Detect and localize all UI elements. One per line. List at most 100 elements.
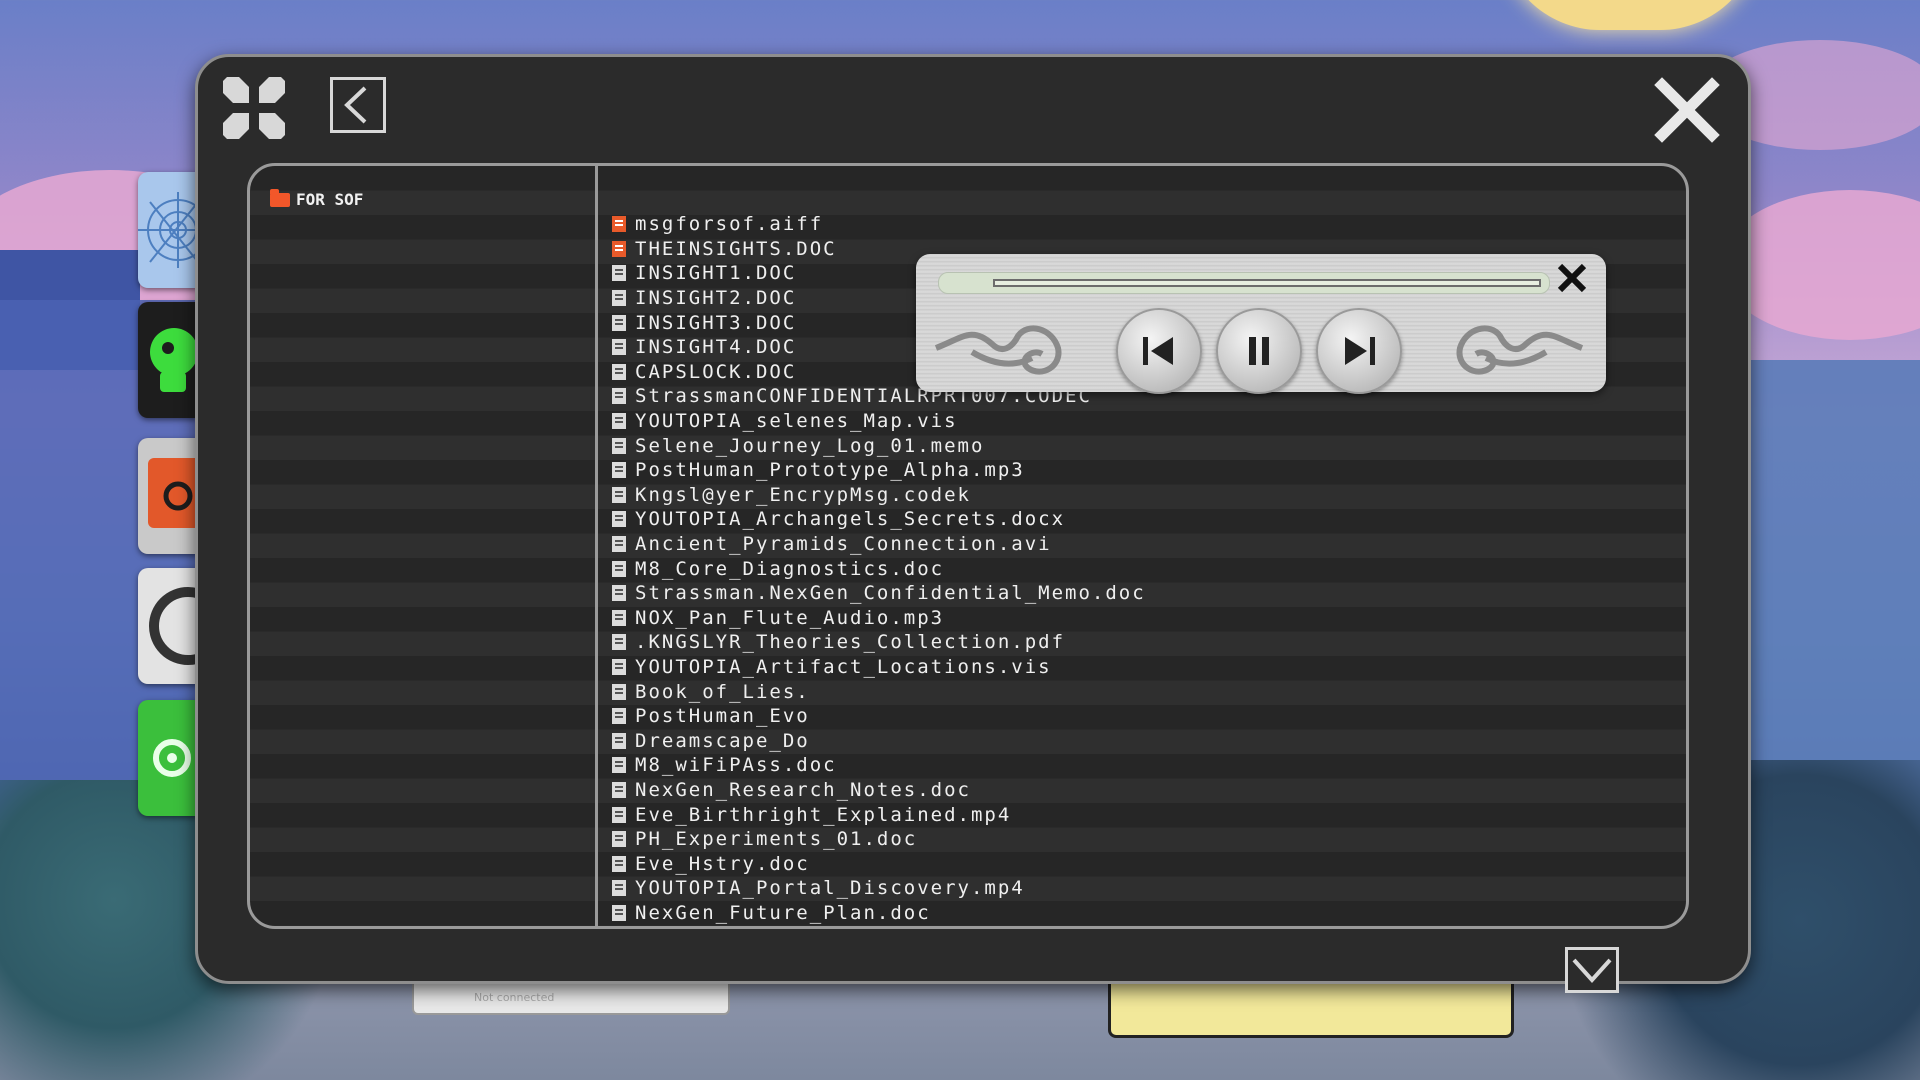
file-name: Book_of_Lies. — [635, 680, 810, 703]
document-icon — [612, 585, 626, 602]
file-name: YOUTOPIA_Portal_Discovery.mp4 — [635, 877, 1025, 900]
document-icon — [612, 732, 626, 749]
file-row[interactable]: YOUTOPIA_Archangels_Secrets.docx — [612, 507, 1146, 532]
file-row[interactable]: NexGen_Future_Plan.doc — [612, 901, 1146, 926]
file-row[interactable]: NOX_Pan_Flute_Audio.mp3 — [612, 606, 1146, 631]
file-name: Selene_Journey_Log_01.memo — [635, 434, 985, 457]
document-icon — [612, 658, 626, 675]
back-button[interactable] — [330, 77, 386, 133]
dock-gear-green-icon[interactable] — [138, 700, 198, 816]
file-name: INSIGHT1.DOC — [635, 262, 797, 285]
image-file-icon — [612, 781, 626, 798]
file-row[interactable]: NexGen_Research_Notes.doc — [612, 778, 1146, 803]
status-text: Not connected — [474, 991, 555, 1004]
document-icon — [612, 265, 626, 282]
video-file-icon — [612, 536, 626, 553]
ornament-left-icon — [934, 325, 1062, 375]
file-row[interactable]: .KNGSLYR_Theories_Collection.pdf — [612, 630, 1146, 655]
file-name: NexGen_Future_Plan.doc — [635, 901, 931, 924]
file-name: YOUTOPIA_Artifact_Locations.vis — [635, 655, 1052, 678]
dock-ring-icon[interactable] — [138, 568, 198, 684]
file-row[interactable]: Ancient_Pyramids_Connection.avi — [612, 532, 1146, 557]
file-row[interactable]: Eve_Hstry.doc — [612, 851, 1146, 876]
dock-gear-orange-icon[interactable] — [138, 438, 198, 554]
file-row[interactable]: Eve_Birthright_Explained.mp4 — [612, 802, 1146, 827]
document-icon — [612, 634, 626, 651]
folder-item-for-sof[interactable]: FOR SOF — [270, 188, 364, 209]
file-name: PostHuman_Evo — [635, 705, 810, 728]
progress-bar[interactable] — [993, 279, 1541, 287]
file-browser-window: FOR SOF msgforsof.aiff THEINSIGHTS.DOC INS… — [195, 54, 1751, 993]
pause-button[interactable] — [1216, 308, 1302, 394]
file-name: Kngsl@yer_EncrypMsg.codek — [635, 483, 971, 506]
file-row[interactable]: PostHuman_Prototype_Alpha.mp3 — [612, 458, 1146, 483]
audio-file-icon — [612, 462, 626, 479]
file-name: Eve_Hstry.doc — [635, 852, 810, 875]
file-row[interactable]: M8_Core_Diagnostics.doc — [612, 556, 1146, 581]
close-player-icon[interactable] — [1550, 256, 1594, 300]
file-name: CAPSLOCK.DOC — [635, 360, 797, 383]
file-name: PostHuman_Prototype_Alpha.mp3 — [635, 459, 1025, 482]
folder-tree: FOR SOF — [270, 188, 364, 209]
document-icon — [612, 363, 626, 380]
video-file-icon — [612, 388, 626, 405]
document-icon — [612, 904, 626, 921]
file-name: INSIGHT3.DOC — [635, 311, 797, 334]
file-name: msgforsof.aiff — [635, 213, 824, 236]
file-row[interactable]: YOUTOPIA_selenes_Map.vis — [612, 409, 1146, 434]
file-name: NOX_Pan_Flute_Audio.mp3 — [635, 606, 945, 629]
scroll-down-button[interactable] — [1565, 947, 1619, 993]
file-row[interactable]: Strassman.NexGen_Confidential_Memo.doc — [612, 581, 1146, 606]
file-row[interactable]: Dreamscape_Do — [612, 728, 1146, 753]
document-icon — [612, 708, 626, 725]
file-name: Strassman.NexGen_Confidential_Memo.doc — [635, 582, 1146, 605]
file-name: Ancient_Pyramids_Connection.avi — [635, 533, 1052, 556]
audio-file-icon — [612, 609, 626, 626]
file-name: YOUTOPIA_Archangels_Secrets.docx — [635, 508, 1066, 531]
image-file-icon — [612, 240, 626, 257]
progress-track[interactable] — [938, 272, 1550, 294]
file-row[interactable]: Kngsl@yer_EncrypMsg.codek — [612, 483, 1146, 508]
media-player — [916, 254, 1606, 394]
dock-web-icon[interactable] — [138, 172, 198, 288]
pause-icon — [1249, 337, 1269, 365]
file-name: .KNGSLYR_Theories_Collection.pdf — [635, 631, 1066, 654]
file-name: INSIGHT2.DOC — [635, 287, 797, 310]
file-row[interactable]: msgforsof.aiff — [612, 212, 1146, 237]
next-track-button[interactable] — [1316, 308, 1402, 394]
audio-file-icon — [612, 216, 626, 233]
document-icon — [612, 831, 626, 848]
document-icon — [612, 290, 626, 307]
folder-icon — [270, 188, 290, 207]
file-name: Dreamscape_Do — [635, 729, 810, 752]
file-name: M8_Core_Diagnostics.doc — [635, 557, 945, 580]
document-icon — [612, 683, 626, 700]
folder-label: FOR SOF — [296, 190, 364, 209]
close-window-icon[interactable] — [1654, 77, 1720, 143]
file-name: Eve_Birthright_Explained.mp4 — [635, 803, 1012, 826]
file-name: NexGen_Research_Notes.doc — [635, 778, 971, 801]
file-row[interactable]: YOUTOPIA_Artifact_Locations.vis — [612, 655, 1146, 680]
file-row[interactable]: M8_wiFiPAss.doc — [612, 753, 1146, 778]
file-row[interactable]: Selene_Journey_Log_01.memo — [612, 433, 1146, 458]
file-row[interactable]: YOUTOPIA_Portal_Discovery.mp4 — [612, 876, 1146, 901]
file-row[interactable]: PH_Experiments_01.doc — [612, 827, 1146, 852]
document-icon — [612, 855, 626, 872]
audio-file-icon — [612, 560, 626, 577]
file-name: PH_Experiments_01.doc — [635, 828, 918, 851]
video-file-icon — [612, 806, 626, 823]
file-row[interactable]: Book_of_Lies. — [612, 679, 1146, 704]
collapse-icon[interactable] — [223, 77, 285, 139]
dock-skull-icon[interactable] — [138, 302, 198, 418]
file-row[interactable]: PostHuman_Evo — [612, 704, 1146, 729]
moon — [1500, 0, 1760, 30]
next-icon — [1345, 337, 1375, 365]
document-icon — [612, 511, 626, 528]
video-file-icon — [612, 880, 626, 897]
document-icon — [612, 339, 626, 356]
file-name: THEINSIGHTS.DOC — [635, 237, 837, 260]
document-icon — [612, 757, 626, 774]
document-icon — [612, 314, 626, 331]
image-file-icon — [612, 413, 626, 430]
previous-track-button[interactable] — [1116, 308, 1202, 394]
